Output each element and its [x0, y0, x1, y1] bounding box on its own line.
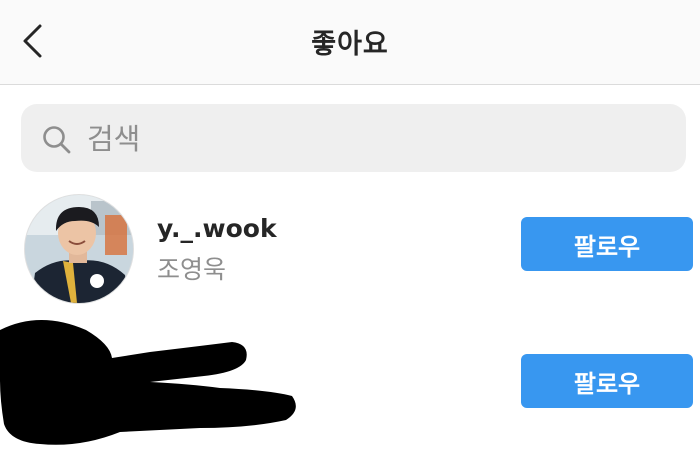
redaction-scribble: [0, 320, 296, 445]
search-bar[interactable]: [21, 104, 686, 172]
profile-photo: [25, 195, 133, 303]
top-bar: 좋아요: [0, 0, 700, 85]
search-icon: [43, 126, 71, 154]
full-name: 조영욱: [157, 255, 227, 284]
search-input[interactable]: [85, 114, 649, 164]
list-item[interactable]: y._.wook 조영욱 팔로우: [0, 188, 700, 308]
list-item[interactable]: 팔로우: [0, 320, 700, 450]
username[interactable]: y._.wook: [157, 214, 277, 243]
follow-button[interactable]: 팔로우: [521, 217, 693, 271]
avatar[interactable]: [24, 194, 134, 304]
page-title: 좋아요: [311, 29, 389, 60]
likes-screen: 좋아요 검색 y._.wook 조영욱 팔로우 팔로우: [0, 0, 700, 450]
follow-button[interactable]: 팔로우: [521, 354, 693, 408]
